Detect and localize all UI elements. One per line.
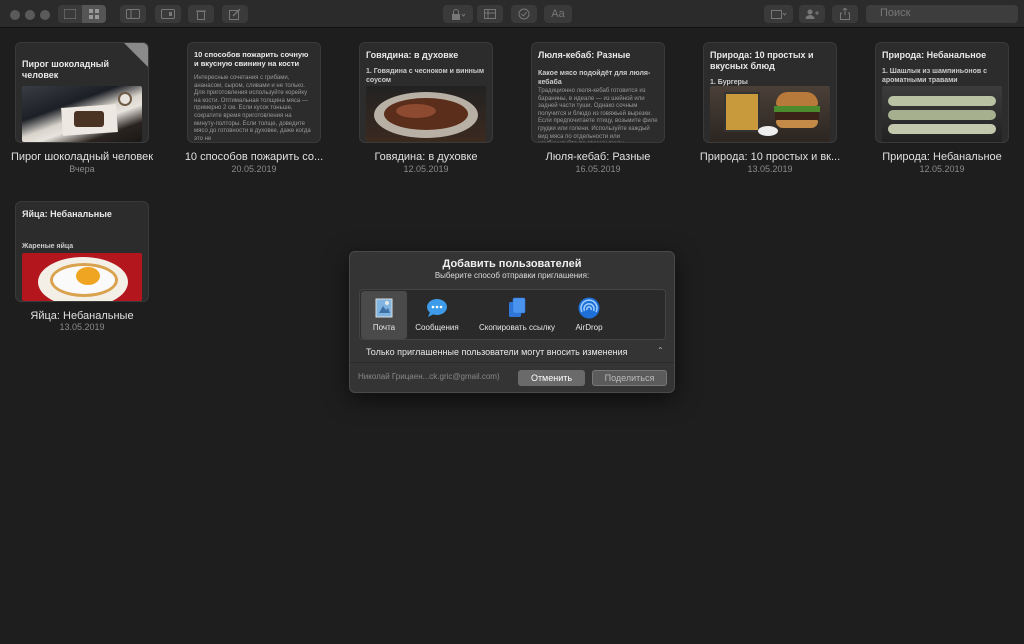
checklist-button[interactable] (511, 5, 537, 23)
dialog-title: Добавить пользователей (442, 258, 582, 270)
note-title: Говядина: в духовке (366, 50, 459, 60)
note-caption: 10 способов пожарить со... (184, 151, 324, 163)
copy-link-icon (509, 297, 526, 317)
messages-icon (427, 299, 447, 317)
share-confirm-button[interactable]: Поделиться (592, 370, 667, 386)
attachments-icon (161, 9, 175, 19)
zoom-window-button[interactable] (40, 10, 50, 20)
dialog-subtitle: Выберите способ отправки приглашения: (434, 271, 590, 280)
note-card[interactable]: Яйца: Небанальные Жареные яйца (15, 201, 149, 302)
note-caption: Яйца: Небанальные (30, 310, 134, 322)
note-date: Вчера (69, 164, 95, 174)
note-title: Природа: 10 простых и вкусных блюд (710, 50, 814, 71)
note-caption: Пирог шоколадный человек (10, 151, 154, 163)
dialog-footer: Николай Грицаен...ck.gric@gmail.com) Отм… (350, 362, 674, 392)
note-subtitle: 1. Говядина с чесноком и винным соусом (366, 68, 485, 84)
minimize-window-button[interactable] (25, 10, 35, 20)
note-date: 12.05.2019 (403, 164, 449, 174)
checklist-icon (518, 8, 530, 20)
invite-option-airdrop[interactable]: AirDrop (566, 291, 612, 339)
share-icon (840, 8, 850, 20)
invite-option-label: AirDrop (575, 323, 603, 332)
format-label: Aa (551, 8, 565, 20)
attachments-browser-button[interactable] (155, 5, 181, 23)
add-people-icon (805, 9, 819, 19)
note-date: 12.05.2019 (919, 164, 965, 174)
lock-icon (452, 8, 465, 20)
mail-icon (375, 298, 393, 318)
food-photo-burger (710, 86, 830, 142)
note-caption: Природа: 10 простых и вк... (699, 151, 841, 163)
note-caption: Природа: Небанальное (882, 151, 1002, 163)
note-title: Люля-кебаб: Разные (538, 50, 631, 60)
food-photo-egg (22, 253, 142, 301)
note-date: 13.05.2019 (59, 322, 105, 332)
cancel-button[interactable]: Отменить (518, 370, 585, 386)
note-title: Природа: Небанальное (882, 50, 987, 60)
lock-button[interactable] (443, 5, 473, 23)
invite-option-copy-link[interactable]: Скопировать ссылку (467, 291, 567, 339)
format-button[interactable]: Aa (544, 5, 572, 23)
invite-option-label: Почта (372, 323, 396, 332)
view-mode-segment (58, 5, 106, 23)
table-icon (484, 9, 496, 19)
note-subtitle: 1. Шашлык из шампиньонов с ароматными тр… (882, 68, 988, 84)
note-card[interactable]: Говядина: в духовке 1. Говядина с чеснок… (359, 42, 493, 143)
note-date: 13.05.2019 (747, 164, 793, 174)
new-note-button[interactable] (222, 5, 248, 23)
invite-option-mail[interactable]: Почта (361, 291, 407, 339)
chevron-updown-icon: ⌃ (657, 346, 664, 355)
airdrop-icon (578, 297, 600, 319)
food-photo-skewers (882, 86, 1002, 142)
gallery-view-button[interactable] (82, 5, 106, 23)
invite-option-label: Скопировать ссылку (478, 323, 555, 332)
list-view-icon (64, 9, 76, 19)
toolbar: Aa Поиск (0, 0, 1024, 28)
permission-select[interactable]: Только приглашенные пользователи могут в… (366, 347, 628, 357)
delete-note-button[interactable] (188, 5, 214, 23)
add-people-button[interactable] (799, 5, 825, 23)
trash-icon (196, 10, 206, 20)
note-card[interactable]: Природа: Небанальное 1. Шашлык из шампин… (875, 42, 1009, 143)
list-view-button[interactable] (58, 5, 82, 23)
invite-option-messages[interactable]: Сообщения (410, 291, 464, 339)
gallery-view-icon (89, 9, 99, 19)
note-subtitle: Жареные яйца (22, 243, 74, 250)
compose-icon (229, 8, 241, 20)
search-input[interactable]: Поиск (866, 5, 1018, 23)
food-photo-beef (366, 86, 486, 142)
invite-method-picker: Почта Сообщения Скопировать ссылку AirDr… (359, 289, 666, 340)
note-date: 16.05.2019 (575, 164, 621, 174)
invite-option-label: Сообщения (415, 323, 459, 332)
sidebar-icon (126, 9, 140, 19)
food-photo-cake (22, 86, 142, 142)
owner-label: Николай Грицаен...ck.gric@gmail.com) (358, 372, 500, 381)
table-button[interactable] (477, 5, 503, 23)
note-card[interactable]: Природа: 10 простых и вкусных блюд 1. Бу… (703, 42, 837, 143)
share-button[interactable] (832, 5, 858, 23)
note-body: Интересные сочетания с грибами, ананасом… (194, 75, 311, 142)
note-card[interactable]: Люля-кебаб: Разные Какое мясо подойдёт д… (531, 42, 665, 143)
pin-icon (124, 43, 148, 67)
note-body: Традиционно люля-кебаб готовится из бара… (538, 88, 658, 142)
note-card[interactable]: 10 способов пожарить сочную и вкусную св… (187, 42, 321, 143)
note-caption: Говядина: в духовке (374, 151, 478, 163)
note-title: Яйца: Небанальные (22, 209, 112, 219)
photo-icon (770, 10, 786, 19)
note-title: 10 способов пожарить сочную и вкусную св… (194, 50, 309, 68)
media-button[interactable] (764, 5, 793, 23)
sidebar-toggle-button[interactable] (120, 5, 146, 23)
note-subtitle: Какое мясо подойдёт для люля-кебаба (538, 70, 651, 86)
note-card[interactable]: Пирог шоколадный человек (15, 42, 149, 143)
note-date: 20.05.2019 (231, 164, 277, 174)
close-window-button[interactable] (10, 10, 20, 20)
note-caption: Люля-кебаб: Разные (545, 151, 651, 163)
add-people-dialog: Добавить пользователей Выберите способ о… (349, 251, 675, 393)
